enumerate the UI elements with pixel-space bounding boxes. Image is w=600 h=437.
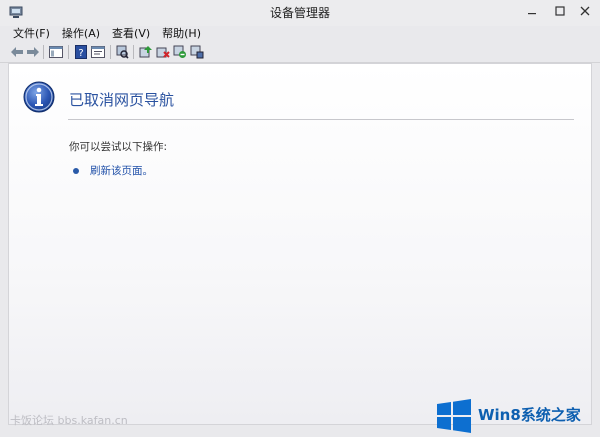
page-heading: 已取消网页导航	[69, 91, 175, 109]
back-arrow-icon	[11, 47, 23, 57]
toolbar-separator	[43, 45, 44, 59]
bullet-icon	[73, 168, 79, 174]
update-driver-button[interactable]	[138, 44, 154, 60]
suggestion-text: 你可以尝试以下操作:	[69, 141, 168, 153]
title-bar: 设备管理器	[0, 0, 600, 26]
enable-device-icon	[190, 45, 204, 59]
toolbar-separator	[133, 45, 134, 59]
close-button[interactable]	[572, 0, 598, 22]
refresh-page-link[interactable]: 刷新该页面。	[90, 163, 153, 178]
forward-button[interactable]	[25, 44, 41, 60]
content-panel: 已取消网页导航 你可以尝试以下操作: 刷新该页面。	[8, 63, 592, 425]
svg-text:?: ?	[78, 48, 83, 59]
menu-file[interactable]: 文件(F)	[0, 26, 56, 42]
watermark-text: 卡饭论坛 bbs.kafan.cn	[10, 414, 128, 427]
update-driver-icon	[139, 46, 152, 58]
windows-logo-icon	[437, 399, 471, 433]
menu-help[interactable]: 帮助(H)	[156, 26, 207, 42]
toolbar: ?	[0, 42, 600, 63]
scan-hardware-icon	[116, 45, 129, 59]
help-button[interactable]: ?	[73, 44, 89, 60]
menu-bar: 文件(F) 操作(A) 查看(V) 帮助(H)	[0, 26, 600, 42]
uninstall-device-icon	[156, 47, 170, 58]
minimize-icon	[528, 13, 536, 15]
properties-button[interactable]	[90, 44, 106, 60]
properties-icon	[91, 46, 105, 58]
maximize-icon	[555, 6, 565, 16]
uninstall-device-button[interactable]	[155, 44, 171, 60]
forward-arrow-icon	[27, 47, 39, 57]
window-title: 设备管理器	[269, 6, 330, 20]
tree-view-icon	[49, 46, 63, 58]
toolbar-separator	[68, 45, 69, 59]
minimize-button[interactable]	[518, 0, 546, 22]
menu-action[interactable]: 操作(A)	[56, 26, 106, 42]
close-icon	[580, 6, 590, 16]
device-manager-window: 设备管理器 文件(F) 操作(A) 查看(V) 帮助(H) ? 已取消网页导航 …	[0, 0, 600, 437]
info-icon	[23, 81, 55, 113]
brand-watermark: Win8系统之家	[436, 397, 596, 435]
disable-device-icon	[173, 45, 186, 58]
enable-device-button[interactable]	[189, 44, 205, 60]
disable-device-button[interactable]	[172, 44, 188, 60]
show-hide-tree-button[interactable]	[48, 44, 64, 60]
toolbar-separator	[110, 45, 111, 59]
maximize-button[interactable]	[546, 0, 574, 22]
menu-view[interactable]: 查看(V)	[106, 26, 156, 42]
scan-hardware-button[interactable]	[114, 44, 130, 60]
brand-text: Win8系统之家	[478, 406, 581, 424]
heading-divider	[68, 119, 574, 120]
back-button[interactable]	[9, 44, 25, 60]
help-book-icon: ?	[75, 45, 87, 59]
